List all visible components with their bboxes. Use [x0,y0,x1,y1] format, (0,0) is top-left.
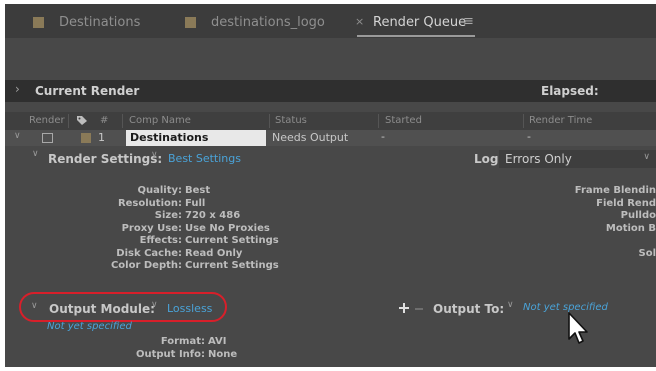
tag-icon[interactable] [76,115,88,126]
column-status[interactable]: Status [275,115,307,126]
output-to-label: Output To: [433,302,505,316]
detail-value: Read Only [185,247,243,259]
detail-row: Format: AVI [5,336,237,349]
add-output-module-icon[interactable] [398,301,410,315]
detail-key: Quality: [137,185,182,196]
column-divider [122,114,123,128]
column-headers: Render # Comp Name Status Started Render… [5,112,656,130]
render-checkbox[interactable] [42,133,53,143]
detail-row: Disk Cache: Read Only [5,248,279,261]
detail-key: Proxy Use: [121,222,182,234]
column-started[interactable]: Started [385,115,422,126]
log-select[interactable]: Errors Only ∨ [499,150,656,168]
log-select-value: Errors Only [505,152,572,166]
current-render-bar[interactable]: › Current Render Elapsed: [5,80,656,102]
render-settings-row: ∨ Render Settings: ∨ Best Settings Log: … [5,148,656,168]
detail-key: Color Depth: [110,260,182,271]
detail-value: Best [185,185,211,196]
chevron-down-icon[interactable]: ∨ [31,301,38,311]
column-divider [378,114,379,128]
started-cell: - [381,130,385,143]
close-icon[interactable]: × [355,15,364,28]
tab-label: Render Queue [373,15,467,30]
panel-menu-icon[interactable]: ≡ [463,14,474,29]
render-settings-details-right: Frame Blendin Field Rend Pulldo Motion B… [560,185,656,260]
mouse-cursor-icon [568,312,588,344]
tab-bar: Destinations destinations_logo × Render … [5,4,656,38]
detail-value: Current Settings [185,260,279,271]
column-divider [269,114,270,128]
status-cell: Needs Output [272,131,349,144]
detail-row: Proxy Use: Use No Proxies [5,223,279,236]
comp-color-swatch [33,17,44,28]
detail-row: Color Depth: Current Settings [5,260,279,273]
table-row[interactable]: ∨ 1 Destinations Needs Output - - [5,130,656,146]
elapsed-label: Elapsed: [541,84,599,98]
column-render-time[interactable]: Render Time [529,115,592,126]
detail-key: Effects: [139,235,182,246]
render-settings-details: Quality: Best Resolution: Full Size: 720 x … [5,185,279,273]
column-divider [523,114,524,128]
output-module-link[interactable]: Lossless [167,302,212,315]
detail-key: Field Rend [596,197,656,209]
screenshot-frame: Destinations destinations_logo × Render … [0,0,656,371]
detail-value: 720 x 486 [185,210,241,221]
detail-row: Effects: Current Settings [5,235,279,248]
detail-value: Current Settings [185,235,279,246]
label-color-swatch[interactable] [81,133,91,143]
detail-key: Motion B [605,222,656,234]
detail-key [560,235,656,248]
output-module-details: Format: AVI Output Info: None [5,336,237,361]
detail-key: Output Info: [136,348,205,360]
chevron-down-icon[interactable]: ∨ [32,149,39,159]
output-module-label: Output Module: [49,302,155,316]
detail-row: Quality: Best [5,185,279,198]
detail-key: Pulldo [620,210,656,221]
comp-name-cell[interactable]: Destinations [126,130,266,146]
column-number[interactable]: # [100,115,108,126]
output-module-sub: Not yet specified [47,321,132,332]
render-time-cell: - [527,130,531,143]
column-divider [68,114,69,128]
detail-key: Frame Blendin [574,185,656,196]
detail-value: AVI [208,336,227,347]
dropdown-chevron-icon[interactable]: ∨ [151,300,158,310]
detail-row: Size: 720 x 486 [5,210,279,223]
queue-number: 1 [98,131,105,144]
detail-value: None [208,348,238,360]
dropdown-chevron-icon[interactable]: ∨ [151,150,158,160]
comp-color-swatch [185,17,196,28]
detail-value: Use No Proxies [185,222,270,234]
detail-value: Full [185,197,206,209]
tab-label: destinations_logo [211,15,325,30]
detail-key: Disk Cache: [116,247,182,259]
render-settings-label: Render Settings: [48,152,163,166]
active-tab-indicator [357,35,475,37]
current-render-label: Current Render [35,84,140,98]
tab-label: Destinations [59,15,141,30]
column-render[interactable]: Render [29,115,65,126]
detail-key: Format: [160,336,205,347]
chevron-down-icon[interactable]: ∨ [14,131,21,141]
detail-row: Output Info: None [5,349,237,362]
remove-output-module-icon[interactable] [415,308,423,310]
output-to-link[interactable]: Not yet specified [523,302,608,313]
dropdown-chevron-icon[interactable]: ∨ [507,300,514,310]
detail-row: Resolution: Full [5,198,279,211]
chevron-down-icon: ∨ [643,152,650,162]
chevron-right-icon[interactable]: › [15,82,20,96]
render-settings-link[interactable]: Best Settings [168,152,241,165]
detail-key: Size: [154,210,182,221]
render-queue-panel: Destinations destinations_logo × Render … [5,4,656,367]
column-comp-name[interactable]: Comp Name [129,115,191,126]
detail-key: Resolution: [117,197,182,209]
detail-key: Sol [638,247,656,259]
